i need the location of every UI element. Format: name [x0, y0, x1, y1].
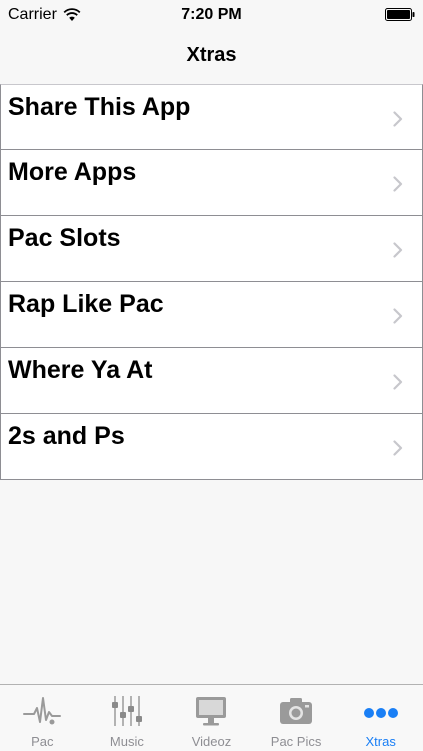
status-time: 7:20 PM [181, 6, 242, 23]
xtras-list: Share This App More Apps Pac Slots Rap L… [0, 84, 423, 480]
chevron-right-icon [393, 242, 403, 258]
tab-pac[interactable]: Pac [0, 685, 85, 751]
tab-label: Xtras [365, 734, 396, 749]
heartbeat-icon [23, 697, 62, 725]
page-title: Xtras [186, 44, 237, 66]
list-item-label: 2s and Ps [8, 422, 125, 450]
list-item-rap-like-pac[interactable]: Rap Like Pac [0, 282, 423, 348]
tab-xtras[interactable]: Xtras [338, 685, 423, 751]
tab-music[interactable]: Music [85, 685, 170, 751]
list-item-share-this-app[interactable]: Share This App [0, 84, 423, 150]
list-item-label: Share This App [8, 93, 191, 121]
tab-label: Music [109, 734, 144, 749]
tab-label: Pac [31, 734, 54, 749]
list-item-label: Rap Like Pac [8, 290, 164, 318]
more-dots-icon [363, 708, 398, 718]
tab-videoz[interactable]: Videoz [169, 685, 254, 751]
equalizer-icon [111, 696, 142, 726]
tab-label: Videoz [191, 734, 232, 749]
tab-bar: Pac Music Videoz Pac Pics Xtras [0, 684, 423, 751]
chevron-right-icon [393, 440, 403, 456]
camera-icon [280, 698, 313, 724]
list-item-where-ya-at[interactable]: Where Ya At [0, 348, 423, 414]
chevron-right-icon [393, 374, 403, 390]
chevron-right-icon [393, 176, 403, 192]
list-item-label: Pac Slots [8, 224, 121, 252]
list-item-2s-and-ps[interactable]: 2s and Ps [0, 414, 423, 480]
chevron-right-icon [393, 111, 403, 127]
chevron-right-icon [393, 308, 403, 324]
tab-pac-pics[interactable]: Pac Pics [254, 685, 339, 751]
battery-icon [385, 8, 415, 21]
list-item-more-apps[interactable]: More Apps [0, 150, 423, 216]
navigation-bar: Xtras [0, 30, 423, 85]
list-item-pac-slots[interactable]: Pac Slots [0, 216, 423, 282]
tab-label: Pac Pics [270, 734, 322, 749]
list-item-label: Where Ya At [8, 356, 153, 384]
status-bar: Carrier 7:20 PM [0, 0, 423, 30]
monitor-icon [196, 697, 227, 726]
list-item-label: More Apps [8, 158, 137, 186]
